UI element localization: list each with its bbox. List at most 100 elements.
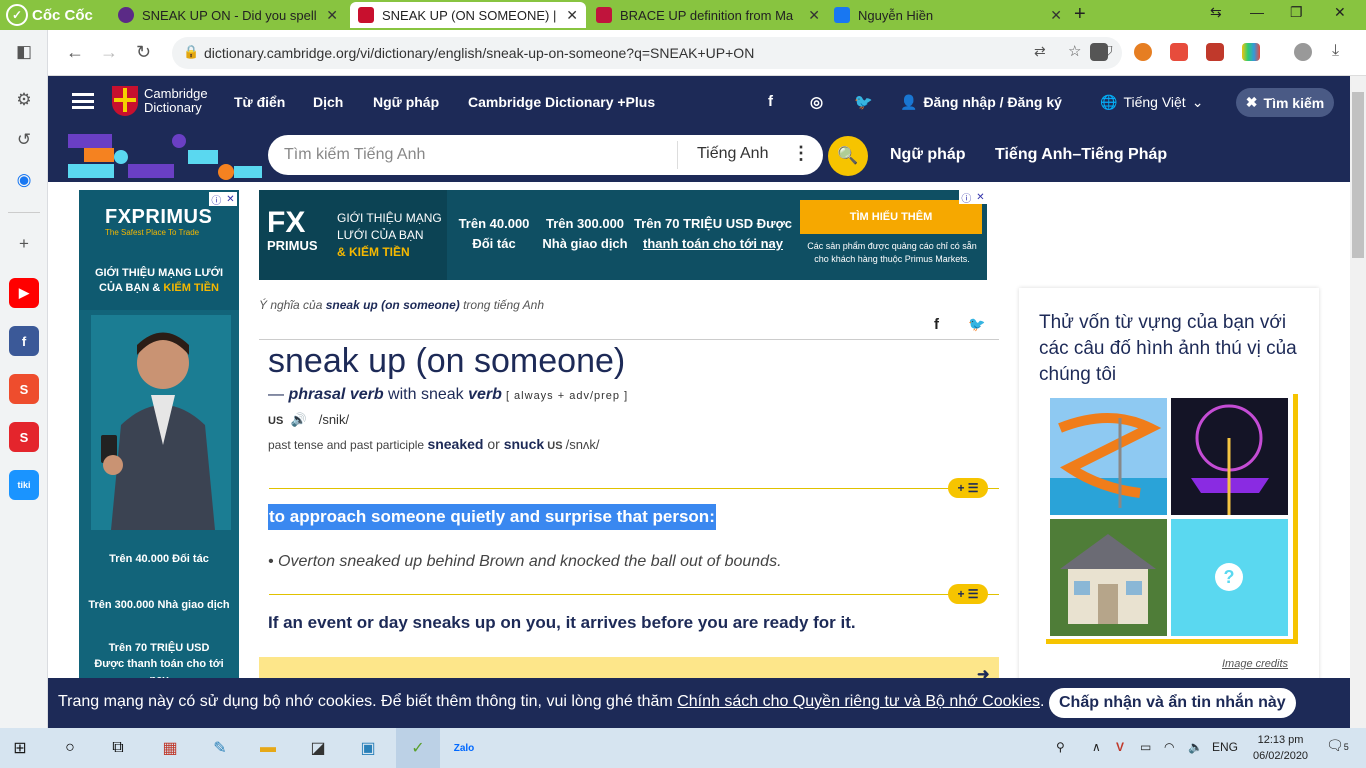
nav-translate[interactable]: Dịch: [313, 94, 343, 110]
image-credits-link[interactable]: Image credits: [1222, 658, 1288, 670]
add-app-icon[interactable]: +: [8, 228, 40, 260]
forward-arrow-icon[interactable]: →: [100, 42, 118, 63]
wifi-icon[interactable]: ◠: [1164, 740, 1174, 754]
profile-avatar[interactable]: [1294, 43, 1312, 61]
close-tab-icon[interactable]: ✕: [808, 7, 820, 24]
tab-search-icon[interactable]: ⇆: [1210, 4, 1222, 21]
minimize-icon[interactable]: —: [1250, 4, 1264, 20]
quiz-image-playhouse[interactable]: [1050, 519, 1167, 636]
extension-icon[interactable]: [1206, 43, 1224, 61]
hamburger-menu-icon[interactable]: [72, 93, 94, 109]
tab-facebook[interactable]: Nguyễn Hiền ✕: [826, 2, 1070, 28]
app-icon[interactable]: ▣: [356, 736, 380, 760]
accept-cookies-button[interactable]: Chấp nhận và ẩn tin nhắn này: [1049, 688, 1296, 718]
pos-label[interactable]: phrasal verb: [288, 386, 383, 403]
close-icon: ✖: [1245, 94, 1258, 110]
close-tab-icon[interactable]: ✕: [566, 7, 578, 24]
quiz-panel[interactable]: Thử vốn từ vựng của bạn với các câu đố h…: [1019, 288, 1319, 728]
ad-choices-icon[interactable]: ⓘ ✕: [959, 190, 987, 205]
extension-icon[interactable]: [1242, 43, 1260, 61]
input-language[interactable]: ENG: [1212, 740, 1238, 754]
history-icon[interactable]: ↺: [8, 124, 40, 156]
share-twitter-icon[interactable]: 🐦: [968, 316, 985, 333]
tray-chevron-icon[interactable]: ∧: [1092, 740, 1101, 754]
url-field[interactable]: 🔒 dictionary.cambridge.org/vi/dictionary…: [172, 37, 1122, 69]
band-link-en-fr[interactable]: Tiếng Anh–Tiếng Pháp: [995, 146, 1167, 164]
nav-plus[interactable]: Cambridge Dictionary +Plus: [468, 94, 655, 110]
decor-block: [68, 164, 114, 178]
add-to-list-button[interactable]: + ☰: [948, 584, 988, 604]
tab-brace-up[interactable]: BRACE UP definition from Ma ✕: [588, 2, 828, 28]
cookie-policy-link[interactable]: Chính sách cho Quyền riêng tư và Bộ nhớ …: [677, 693, 1040, 710]
new-tab-plus-icon[interactable]: +: [1074, 3, 1086, 26]
search-input[interactable]: Tìm kiếm Tiếng Anh: [284, 146, 425, 164]
clock[interactable]: 12:13 pm 06/02/2020: [1253, 732, 1308, 764]
dictionary-selector[interactable]: Tiếng Anh: [697, 145, 768, 163]
audio-speaker-icon[interactable]: 🔊: [291, 412, 307, 427]
search-box[interactable]: Tìm kiếm Tiếng Anh Tiếng Anh ⋮: [268, 135, 823, 175]
coccoc-taskbar-icon[interactable]: ✓: [396, 728, 440, 768]
app-icon[interactable]: ✎: [208, 736, 232, 760]
sendo-icon[interactable]: S: [9, 422, 39, 452]
tray-app-icon[interactable]: V: [1116, 740, 1124, 754]
sidebar-toggle-icon[interactable]: ◧: [8, 36, 40, 68]
ad-choices-icon[interactable]: ⓘ ✕: [209, 192, 237, 207]
coccoc-logo[interactable]: ✓ Cốc Cốc: [6, 3, 93, 27]
language-selector[interactable]: 🌐 Tiếng Việt ⌄: [1100, 94, 1203, 111]
people-icon[interactable]: ⚲: [1056, 740, 1065, 754]
nav-dictionary[interactable]: Từ điển: [234, 94, 285, 110]
close-window-icon[interactable]: ✕: [1334, 4, 1346, 21]
search-submit-button[interactable]: 🔍: [828, 136, 868, 176]
ad-banner-left[interactable]: FXPRIMUS The Safest Place To Trade GIỚI …: [79, 190, 239, 728]
ipa-text: /snik/: [318, 412, 350, 427]
downloads-arrow-icon[interactable]: ⤓: [1332, 42, 1339, 60]
add-to-list-button[interactable]: + ☰: [948, 478, 988, 498]
login-link[interactable]: 👤 Đăng nhập / Đăng ký: [900, 94, 1062, 111]
extension-icon[interactable]: [1134, 43, 1152, 61]
ad-learn-more-button[interactable]: TÌM HIỂU THÊM: [800, 200, 982, 234]
shopee-icon[interactable]: S: [9, 374, 39, 404]
tab-sneak-up-on[interactable]: SNEAK UP ON - Did you spell ✕: [110, 2, 346, 28]
tab-sneak-up-on-someone[interactable]: SNEAK UP (ON SOMEONE) | ✕: [350, 2, 586, 28]
twitter-icon[interactable]: 🐦: [854, 93, 873, 111]
share-facebook-icon[interactable]: f: [934, 316, 939, 333]
facebook-icon[interactable]: f: [9, 326, 39, 356]
download-icon[interactable]: [1090, 43, 1108, 61]
ad-banner-top[interactable]: FX PRIMUS GIỚI THIỆU MẠNG LƯỚI CỦA BẠN & …: [259, 190, 987, 280]
messenger-icon[interactable]: ◉: [8, 164, 40, 196]
more-options-icon[interactable]: ⋮: [792, 143, 810, 164]
youtube-icon[interactable]: ▶: [9, 278, 39, 308]
tiki-icon[interactable]: tiki: [9, 470, 39, 500]
translate-icon[interactable]: ⇄: [1034, 43, 1046, 60]
scrollbar-thumb[interactable]: [1352, 92, 1364, 258]
nav-grammar[interactable]: Ngữ pháp: [373, 94, 439, 110]
close-tab-icon[interactable]: ✕: [326, 7, 338, 24]
settings-gear-icon[interactable]: ⚙: [8, 84, 40, 116]
volume-icon[interactable]: 🔈: [1188, 740, 1203, 754]
back-arrow-icon[interactable]: ←: [66, 42, 84, 63]
cambridge-logo[interactable]: Cambridge Dictionary: [112, 86, 208, 116]
battery-icon[interactable]: ▭: [1140, 740, 1151, 754]
app-icon[interactable]: ▦: [158, 736, 182, 760]
task-view-icon[interactable]: ⧉: [106, 736, 130, 760]
windows-start-icon[interactable]: ⊞: [8, 736, 32, 760]
bookmark-star-icon[interactable]: ☆: [1068, 42, 1081, 60]
notification-center-icon[interactable]: 🗨5: [1326, 737, 1349, 754]
zalo-icon[interactable]: Zalo: [452, 736, 476, 760]
search-toggle-button[interactable]: ✖ Tìm kiếm: [1236, 88, 1334, 117]
example-sentence: • Overton sneaked up behind Brown and kn…: [268, 553, 782, 570]
cortana-search-icon[interactable]: ○: [58, 736, 82, 760]
adblock-icon[interactable]: [1170, 43, 1188, 61]
file-explorer-icon[interactable]: ▬: [256, 736, 280, 760]
close-tab-icon[interactable]: ✕: [1050, 7, 1062, 24]
quiz-image-waterslide[interactable]: [1050, 398, 1167, 515]
reload-icon[interactable]: ↻: [136, 42, 151, 63]
quiz-image-hidden[interactable]: ?: [1171, 519, 1288, 636]
maximize-icon[interactable]: ❐: [1290, 4, 1303, 21]
facebook-icon[interactable]: f: [768, 93, 773, 110]
instagram-icon[interactable]: ◎: [810, 93, 823, 111]
quiz-image-fairground[interactable]: [1171, 398, 1288, 515]
band-link-grammar[interactable]: Ngữ pháp: [890, 146, 966, 164]
globe-icon: 🌐: [1100, 94, 1118, 110]
app-icon[interactable]: ◪: [306, 736, 330, 760]
